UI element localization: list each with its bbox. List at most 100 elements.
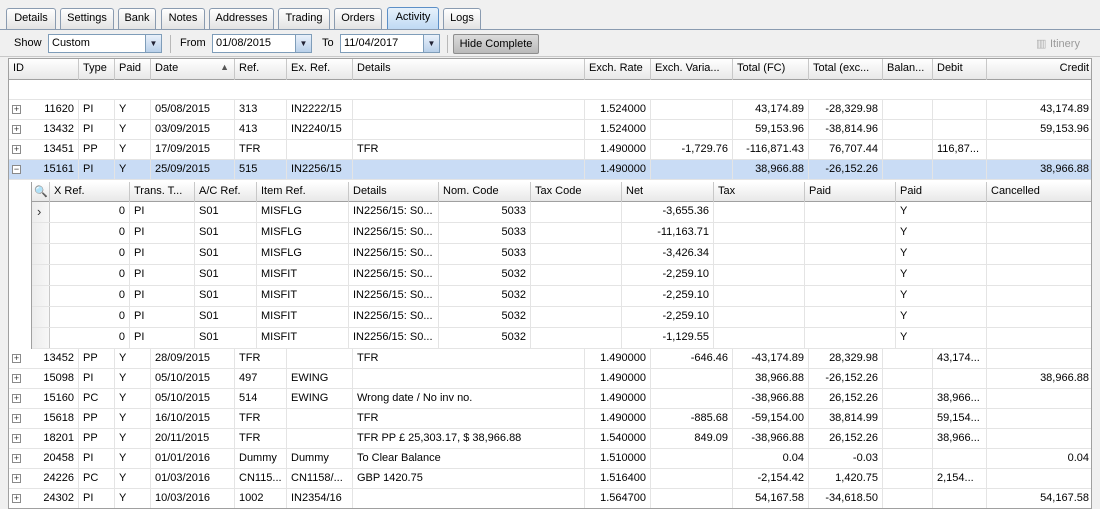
detail-col-ac-ref[interactable]: A/C Ref.	[195, 182, 257, 202]
tab-details[interactable]: Details	[6, 8, 56, 29]
detail-cell	[805, 223, 896, 244]
table-cell: +13452	[9, 349, 79, 369]
from-date-picker[interactable]: 01/08/2015 ▼	[212, 34, 312, 53]
cell-text: 1.490000	[600, 372, 646, 384]
expand-icon[interactable]: +	[12, 374, 21, 383]
table-row[interactable]: +11620 PI Y 05/08/2015 313 IN2222/15 1.524000 4…	[9, 100, 1091, 120]
table-cell: CN115...	[235, 469, 287, 489]
col-balance[interactable]: Balan...	[883, 59, 933, 80]
table-cell: -116,871.43	[733, 140, 809, 160]
table-cell: 38,966.88	[733, 160, 809, 180]
chevron-down-icon[interactable]: ▼	[145, 35, 161, 52]
table-row[interactable]: − 15161 PI Y 25/09/2015 515 IN2256/15 1.490000 3…	[9, 160, 1091, 180]
detail-row[interactable]: › 0 PI S01 MISFLG IN2256/15: S0... 5033 -3,655.…	[32, 202, 1091, 223]
col-total-exc[interactable]: Total (exc...	[809, 59, 883, 80]
table-row[interactable]: +13451 PP Y 17/09/2015 TFR TFR 1.490000 -1,729.…	[9, 140, 1091, 160]
table-row[interactable]: +15618 PP Y 16/10/2015 TFR TFR 1.490000 -885.68…	[9, 409, 1091, 429]
col-exch-rate[interactable]: Exch. Rate	[585, 59, 651, 80]
col-type[interactable]: Type	[79, 59, 115, 80]
detail-col-xref[interactable]: X Ref.	[50, 182, 130, 202]
tab-settings[interactable]: Settings	[60, 8, 114, 29]
activity-grid[interactable]: ID Type Paid Date ▲ Ref. Ex. Ref. Details…	[8, 58, 1092, 509]
detail-col-paid-flag[interactable]: Paid	[896, 182, 987, 202]
detail-col-net[interactable]: Net	[622, 182, 714, 202]
detail-row[interactable]: 0 PI S01 MISFIT IN2256/15: S0... 5032 -2,259.1…	[32, 265, 1091, 286]
detail-cell: -3,655.36	[622, 202, 714, 223]
tab-addresses[interactable]: Addresses	[209, 8, 274, 29]
col-details[interactable]: Details	[353, 59, 585, 80]
table-cell: 1.510000	[585, 449, 651, 469]
cell-text: 116,87...	[937, 143, 979, 155]
detail-row[interactable]: 0 PI S01 MISFIT IN2256/15: S0... 5032 -2,259.1…	[32, 307, 1091, 328]
itinery-button[interactable]: ▥ Itinery	[1036, 37, 1080, 50]
table-row[interactable]: +13452 PP Y 28/09/2015 TFR TFR 1.490000 -646.46…	[9, 349, 1091, 369]
expand-icon[interactable]: +	[12, 354, 21, 363]
chevron-down-icon[interactable]: ▼	[423, 35, 439, 52]
expand-icon[interactable]: +	[12, 494, 21, 503]
table-row[interactable]: +20458 PI Y 01/01/2016 Dummy Dummy To Clear Ba…	[9, 449, 1091, 469]
table-row[interactable]: +15160 PC Y 05/10/2015 514 EWING Wrong date / …	[9, 389, 1091, 409]
detail-cell	[805, 286, 896, 307]
detail-col-item-ref[interactable]: Item Ref.	[257, 182, 349, 202]
table-row[interactable]: +18201 PP Y 20/11/2015 TFR TFR PP £ 25,303.17…	[9, 429, 1091, 449]
col-id[interactable]: ID	[9, 59, 79, 80]
detail-cell: 0	[50, 328, 130, 349]
detail-col-details[interactable]: Details	[349, 182, 439, 202]
collapse-icon[interactable]: −	[12, 165, 21, 174]
table-cell: PC	[79, 469, 115, 489]
expand-icon[interactable]: +	[12, 394, 21, 403]
search-icon[interactable]: 🔍	[32, 182, 50, 202]
col-credit[interactable]: Credit	[987, 59, 1091, 80]
col-paid[interactable]: Paid	[115, 59, 151, 80]
chevron-down-icon[interactable]: ▼	[295, 35, 311, 52]
tab-activity[interactable]: Activity	[387, 7, 439, 30]
col-total-fc[interactable]: Total (FC)	[733, 59, 809, 80]
detail-col-nom-code[interactable]: Nom. Code	[439, 182, 531, 202]
col-ex-ref[interactable]: Ex. Ref.	[287, 59, 353, 80]
cell-text: 13452	[43, 352, 74, 364]
expand-icon[interactable]: +	[12, 145, 21, 154]
detail-col-paid[interactable]: Paid	[805, 182, 896, 202]
table-cell: -38,966.88	[733, 389, 809, 409]
detail-col-trans-type[interactable]: Trans. T...	[130, 182, 195, 202]
hide-complete-button[interactable]: Hide Complete	[453, 34, 539, 54]
filter-row[interactable]	[9, 80, 1091, 100]
detail-row[interactable]: 0 PI S01 MISFIT IN2256/15: S0... 5032 -1,129.5…	[32, 328, 1091, 349]
detail-col-tax[interactable]: Tax	[714, 182, 805, 202]
col-debit[interactable]: Debit	[933, 59, 987, 80]
table-row[interactable]: +15098 PI Y 05/10/2015 497 EWING 1.490000 38,96…	[9, 369, 1091, 389]
col-ref[interactable]: Ref.	[235, 59, 287, 80]
cell-text: 16/10/2015	[155, 412, 211, 424]
table-row[interactable]: +24302 PI Y 10/03/2016 1002 IN2354/16 1.564700…	[9, 489, 1091, 508]
show-select[interactable]: Custom ▼	[48, 34, 162, 53]
to-date-picker[interactable]: 11/04/2017 ▼	[340, 34, 440, 53]
cell-text: -38,966.88	[751, 392, 804, 404]
table-cell	[933, 489, 987, 508]
expand-icon[interactable]: +	[12, 454, 21, 463]
tab-logs[interactable]: Logs	[443, 8, 481, 29]
tab-trading[interactable]: Trading	[278, 8, 330, 29]
table-row[interactable]: +13432 PI Y 03/09/2015 413 IN2240/15 1.524000 5…	[9, 120, 1091, 140]
table-cell	[651, 469, 733, 489]
detail-row[interactable]: 0 PI S01 MISFIT IN2256/15: S0... 5032 -2,259.1…	[32, 286, 1091, 307]
table-row[interactable]: +24226 PC Y 01/03/2016 CN115... CN1158/... GBP…	[9, 469, 1091, 489]
detail-col-cancelled[interactable]: Cancelled	[987, 182, 1091, 202]
expand-icon[interactable]: +	[12, 105, 21, 114]
detail-cell: Y	[896, 202, 987, 223]
cell-text: Y	[119, 143, 127, 155]
detail-grid[interactable]: 🔍 X Ref. Trans. T... A/C Ref. Item Ref. …	[31, 182, 1091, 349]
tab-notes[interactable]: Notes	[161, 8, 205, 29]
tab-bank[interactable]: Bank	[118, 8, 156, 29]
col-date[interactable]: Date ▲	[151, 59, 235, 80]
expand-icon[interactable]: +	[12, 414, 21, 423]
detail-row[interactable]: 0 PI S01 MISFLG IN2256/15: S0... 5033 -11,163.…	[32, 223, 1091, 244]
col-exch-variance[interactable]: Exch. Varia...	[651, 59, 733, 80]
expand-icon[interactable]: +	[12, 474, 21, 483]
expand-icon[interactable]: +	[12, 434, 21, 443]
detail-col-tax-code[interactable]: Tax Code	[531, 182, 622, 202]
cell-text: TFR	[357, 412, 379, 424]
tab-orders[interactable]: Orders	[334, 8, 382, 29]
expand-icon[interactable]: +	[12, 125, 21, 134]
table-cell: +15618	[9, 409, 79, 429]
detail-row[interactable]: 0 PI S01 MISFLG IN2256/15: S0... 5033 -3,426.3…	[32, 244, 1091, 265]
